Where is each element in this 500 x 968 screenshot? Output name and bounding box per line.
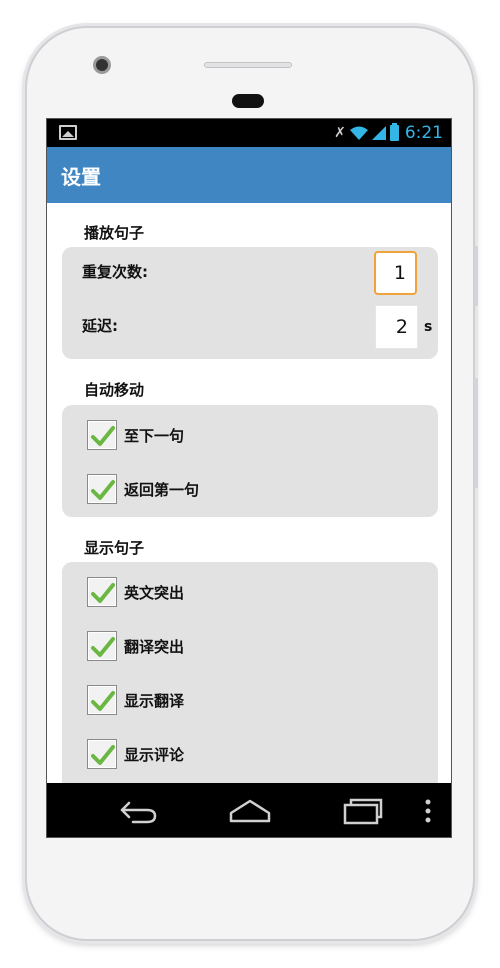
checkbox-row-show-comments[interactable]: 显示评论	[87, 738, 184, 770]
checkbox-label: 翻译突出	[124, 637, 185, 656]
section-title-play: 播放句子	[84, 224, 145, 242]
home-icon[interactable]	[229, 797, 271, 825]
checkmark-icon	[91, 745, 115, 765]
section-title-display: 显示句子	[84, 539, 145, 557]
checkbox-label: 显示翻译	[124, 691, 185, 710]
battery-icon	[389, 123, 399, 141]
front-camera	[93, 56, 111, 74]
page-title: 设置	[61, 165, 101, 189]
phone-screen: ✗ 6:21 设置 播放句子 重复次数: 1 延迟: 2 s 自动移动 至下一句…	[46, 118, 452, 838]
checkbox-translation-highlight[interactable]	[87, 631, 117, 661]
repeat-count-input[interactable]: 1	[374, 251, 417, 295]
checkbox-show-comments[interactable]	[87, 739, 117, 769]
checkmark-icon	[91, 480, 115, 500]
panel-display: 英文突出 翻译突出 显示翻译 显示评论	[62, 562, 438, 783]
checkbox-return-first[interactable]	[87, 474, 117, 504]
wifi-icon	[349, 126, 368, 140]
status-bar: ✗ 6:21	[47, 119, 451, 147]
checkbox-row-next-sentence[interactable]: 至下一句	[87, 419, 184, 451]
mute-icon: ✗	[334, 125, 346, 141]
overflow-menu-icon[interactable]	[425, 799, 431, 823]
proximity-sensor	[232, 94, 264, 108]
checkmark-icon	[91, 637, 115, 657]
checkbox-label: 至下一句	[124, 426, 185, 445]
delay-input[interactable]: 2	[375, 305, 418, 349]
checkbox-label: 英文突出	[124, 583, 185, 602]
image-icon	[59, 125, 77, 140]
delay-label: 延迟:	[82, 317, 118, 335]
volume-button	[474, 246, 478, 306]
status-icons: ✗ 6:21	[334, 122, 443, 144]
navigation-bar	[47, 783, 451, 837]
checkbox-english-highlight[interactable]	[87, 577, 117, 607]
earpiece-speaker	[204, 62, 292, 68]
settings-content[interactable]: 播放句子 重复次数: 1 延迟: 2 s 自动移动 至下一句 返回第一句 显示句…	[47, 203, 451, 783]
checkbox-next-sentence[interactable]	[87, 420, 117, 450]
checkbox-label: 显示评论	[124, 745, 185, 764]
delay-unit: s	[424, 319, 433, 335]
checkbox-row-translation-highlight[interactable]: 翻译突出	[87, 630, 184, 662]
checkbox-show-translation[interactable]	[87, 685, 117, 715]
signal-icon	[371, 126, 386, 140]
status-time: 6:21	[404, 123, 443, 143]
panel-auto-move: 至下一句 返回第一句	[62, 405, 438, 517]
recents-icon[interactable]	[343, 797, 383, 825]
checkmark-icon	[91, 691, 115, 711]
power-button	[474, 378, 478, 488]
checkmark-icon	[91, 426, 115, 446]
checkbox-row-show-translation[interactable]: 显示翻译	[87, 684, 184, 716]
checkmark-icon	[91, 583, 115, 603]
checkbox-label: 返回第一句	[124, 480, 200, 499]
checkbox-row-return-first[interactable]: 返回第一句	[87, 473, 199, 505]
back-icon[interactable]	[119, 797, 159, 825]
checkbox-row-english-highlight[interactable]: 英文突出	[87, 576, 184, 608]
section-title-auto-move: 自动移动	[84, 381, 145, 399]
panel-play: 重复次数: 1 延迟: 2 s	[62, 247, 438, 359]
app-bar: 设置	[47, 147, 451, 203]
repeat-count-label: 重复次数:	[82, 263, 148, 281]
